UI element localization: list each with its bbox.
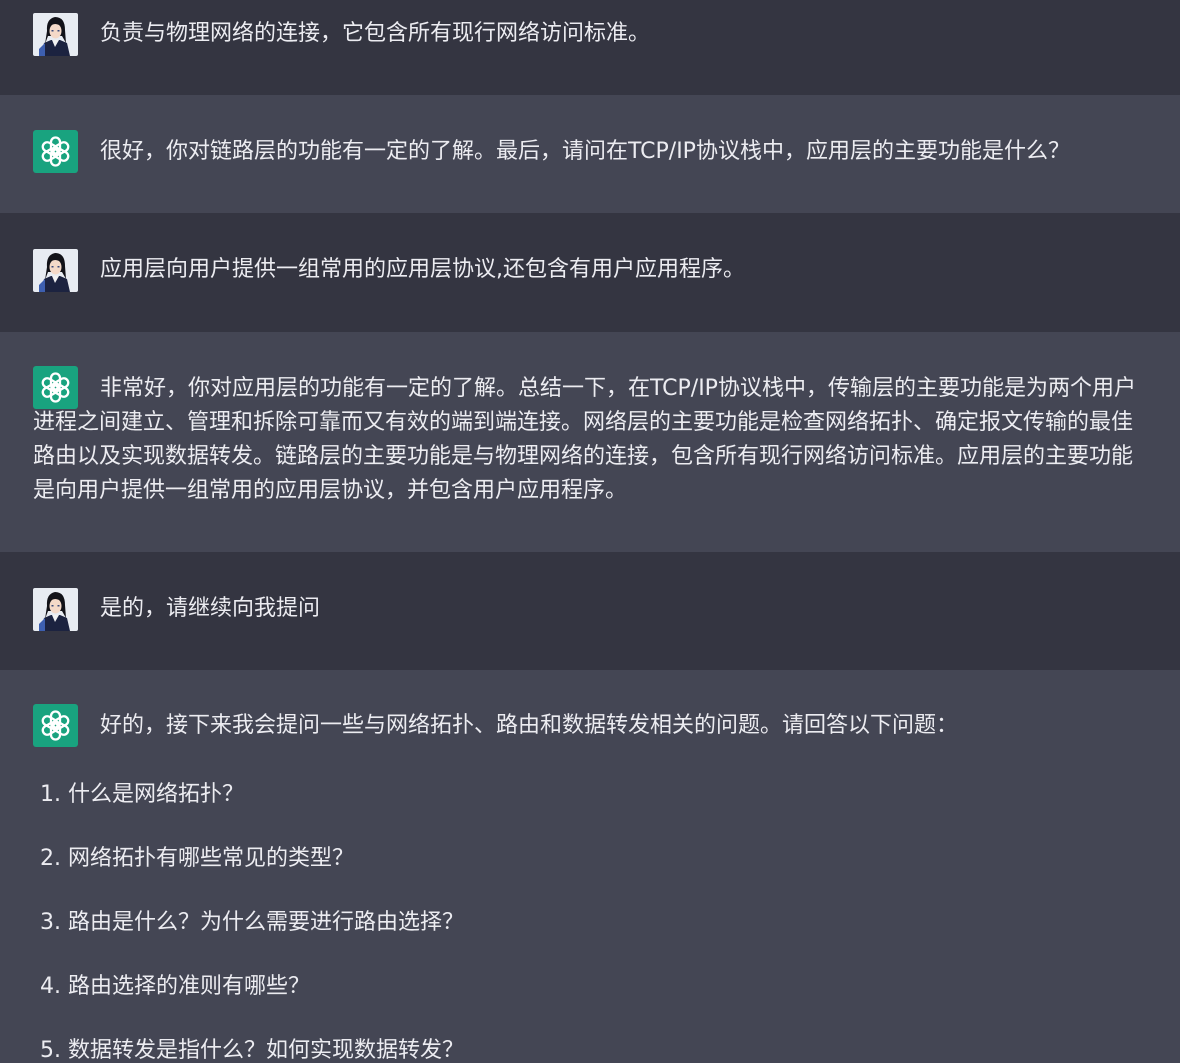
- message-text: 好的，接下来我会提问一些与网络拓扑、路由和数据转发相关的问题。请回答以下问题：: [100, 713, 959, 738]
- list-item: 3. 路由是什么？为什么需要进行路由选择？: [40, 910, 464, 935]
- question-list: 1. 什么是网络拓扑？ 2. 网络拓扑有哪些常见的类型？ 3. 路由是什么？为什…: [40, 778, 464, 1063]
- message-text: 非常好，你对应用层的功能有一定的了解。总结一下，在TCP/IP协议栈中，传输层的…: [33, 376, 1136, 503]
- user-avatar-icon: [33, 249, 78, 292]
- openai-logo-icon: [33, 704, 78, 747]
- message-text: 很好，你对链路层的功能有一定的了解。最后，请问在TCP/IP协议栈中，应用层的主…: [100, 139, 1070, 164]
- user-message: 负责与物理网络的连接，它包含所有现行网络访问标准。: [0, 0, 1180, 95]
- user-avatar-icon: [33, 13, 78, 56]
- assistant-message: 非常好，你对应用层的功能有一定的了解。总结一下，在TCP/IP协议栈中，传输层的…: [0, 332, 1180, 552]
- list-item: 1. 什么是网络拓扑？: [40, 782, 244, 807]
- message-text: 负责与物理网络的连接，它包含所有现行网络访问标准。: [100, 21, 651, 46]
- assistant-message: 很好，你对链路层的功能有一定的了解。最后，请问在TCP/IP协议栈中，应用层的主…: [0, 95, 1180, 213]
- list-item: 5. 数据转发是指什么？如何实现数据转发？: [40, 1038, 464, 1063]
- message-text: 应用层向用户提供一组常用的应用层协议,还包含有用户应用程序。: [100, 257, 745, 282]
- message-text: 是的，请继续向我提问: [100, 596, 321, 621]
- list-item: 4. 路由选择的准则有哪些？: [40, 974, 310, 999]
- user-message: 是的，请继续向我提问: [0, 552, 1180, 670]
- user-avatar-icon: [33, 588, 78, 631]
- assistant-message: 好的，接下来我会提问一些与网络拓扑、路由和数据转发相关的问题。请回答以下问题： …: [0, 670, 1180, 1063]
- openai-logo-icon: [33, 130, 78, 173]
- user-message: 应用层向用户提供一组常用的应用层协议,还包含有用户应用程序。: [0, 213, 1180, 332]
- list-item: 2. 网络拓扑有哪些常见的类型？: [40, 846, 354, 871]
- chat-thread: 负责与物理网络的连接，它包含所有现行网络访问标准。 很好，你对链路层的功能有一定…: [0, 0, 1180, 1063]
